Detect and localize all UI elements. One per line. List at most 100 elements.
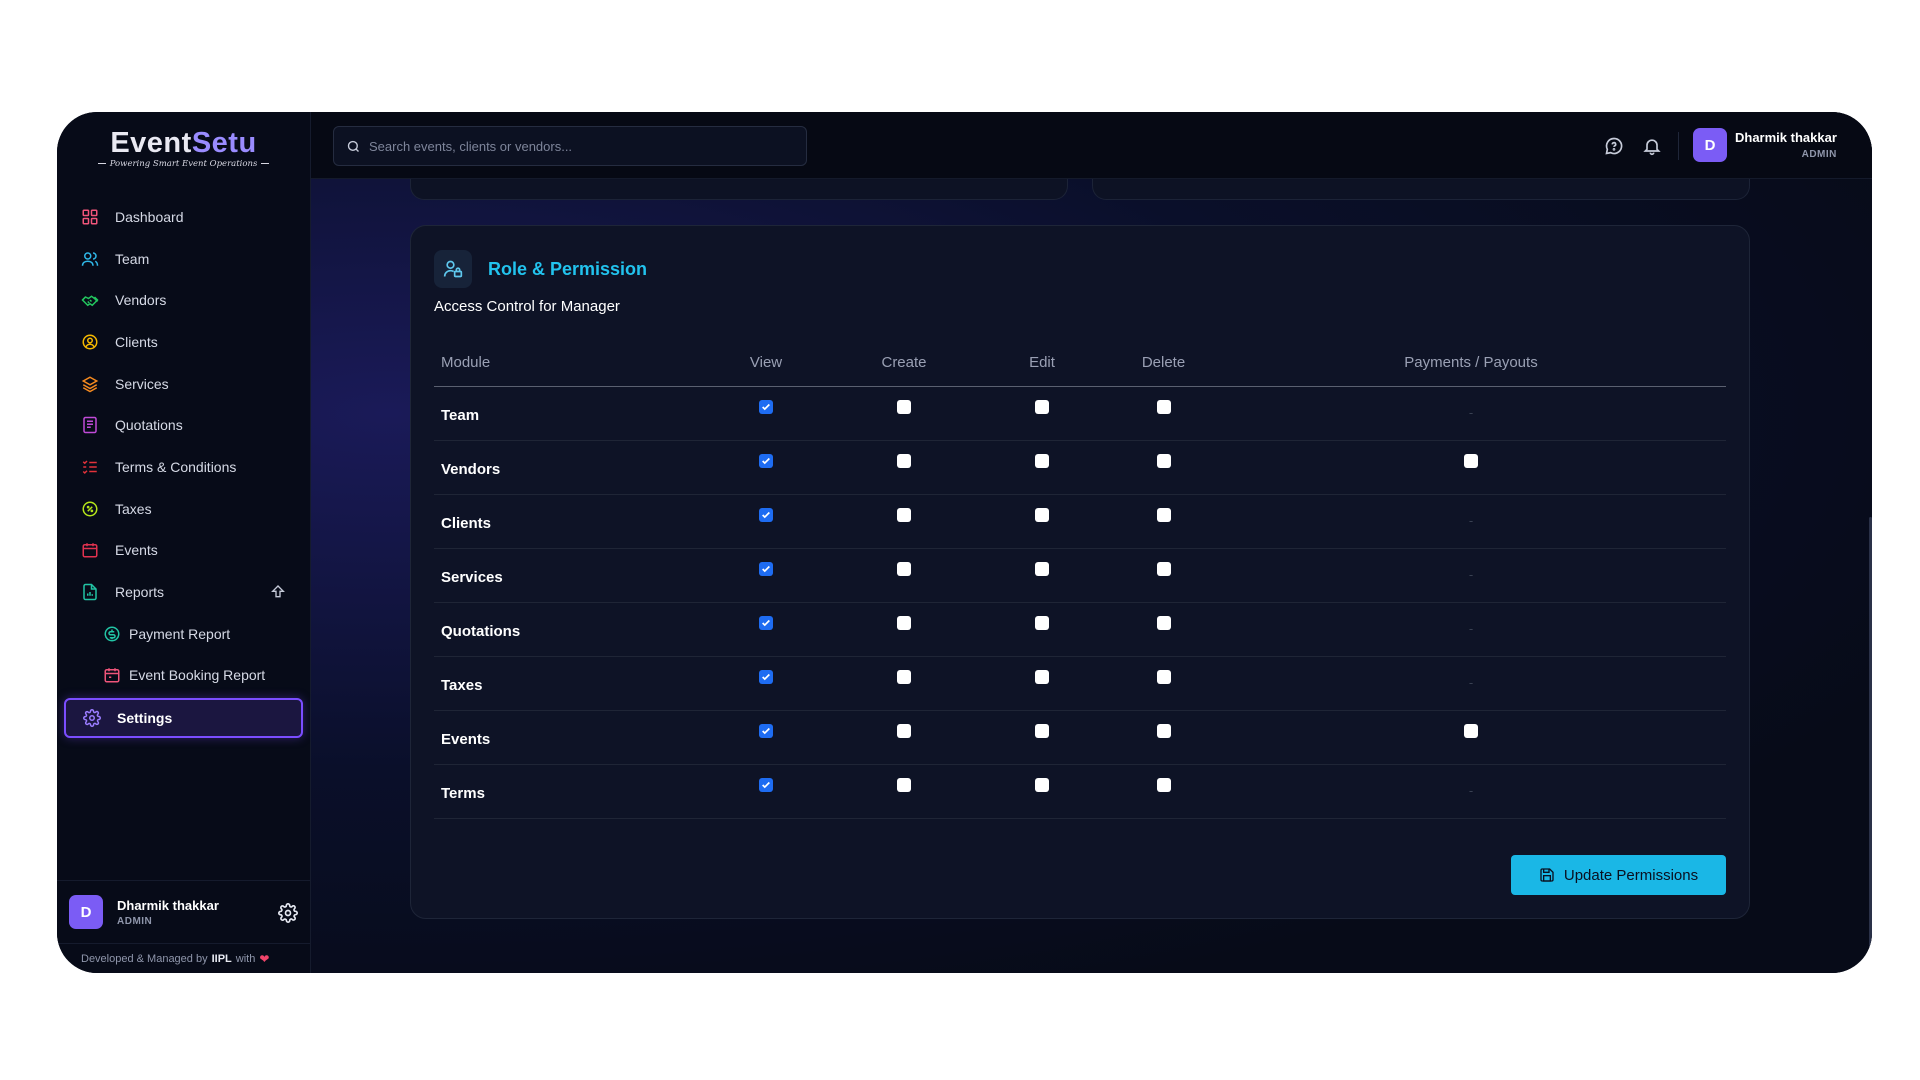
checkbox-view-services[interactable]	[759, 561, 773, 576]
checkbox-delete-services[interactable]	[1156, 561, 1171, 576]
calendar-icon	[81, 541, 99, 559]
not-applicable: -	[1468, 621, 1474, 636]
sidebar-item-taxes[interactable]: Taxes	[57, 488, 310, 530]
checkbox-delete-vendors[interactable]	[1156, 453, 1171, 468]
brand-name: EventSetu	[110, 126, 257, 159]
main-content: D Dharmik thakkar ADMIN Role & Permissio…	[311, 112, 1872, 973]
sidebar-item-vendors[interactable]: Vendors	[57, 279, 310, 321]
permissions-table: Module View Create Edit Delete Payments …	[434, 346, 1726, 819]
sidebar-item-settings[interactable]: Settings	[64, 698, 303, 739]
table-row: Taxes -	[434, 656, 1726, 711]
update-permissions-button[interactable]: Update Permissions	[1511, 855, 1726, 895]
search-box[interactable]	[333, 126, 807, 166]
checkbox-delete-terms[interactable]	[1156, 777, 1171, 792]
table-row: Services -	[434, 548, 1726, 603]
cell-edit	[973, 494, 1111, 549]
cell-edit	[973, 602, 1111, 657]
sidebar-item-reports[interactable]: Reports	[57, 571, 310, 613]
checkbox-edit-quotations[interactable]	[1035, 615, 1049, 630]
app-window: EventSetu Powering Smart Event Operation…	[57, 112, 1872, 973]
layers-icon	[81, 375, 99, 393]
permissions-table-body: Team - Vendors Clients - Services - Quotations -…	[434, 386, 1726, 819]
checkbox-view-team[interactable]	[759, 399, 773, 414]
help-chat-icon[interactable]	[1604, 136, 1624, 156]
cell-payments: -	[1216, 602, 1726, 657]
checkbox-edit-events[interactable]	[1035, 723, 1049, 738]
checkbox-delete-quotations[interactable]	[1156, 615, 1171, 630]
avatar: D	[1693, 128, 1727, 162]
module-name: Team	[434, 386, 697, 441]
checkbox-view-events[interactable]	[759, 723, 773, 738]
sidebar-item-event-booking-report[interactable]: Event Booking Report	[57, 655, 310, 697]
sidebar-user-profile[interactable]: D Dharmik thakkar ADMIN	[57, 880, 310, 943]
sidebar-item-team[interactable]: Team	[57, 238, 310, 280]
checkbox-delete-team[interactable]	[1156, 399, 1171, 414]
cell-create	[835, 386, 973, 441]
col-create: Create	[835, 346, 973, 387]
company-name: IIPL	[211, 952, 232, 965]
checkbox-create-quotations[interactable]	[897, 615, 911, 630]
cell-create	[835, 548, 973, 603]
sidebar-item-label: Payment Report	[129, 625, 231, 642]
sidebar-item-dashboard[interactable]: Dashboard	[57, 196, 310, 238]
scrollbar[interactable]	[1869, 517, 1872, 973]
cell-payments: -	[1216, 656, 1726, 711]
checkbox-create-taxes[interactable]	[897, 669, 911, 684]
col-edit: Edit	[973, 346, 1111, 387]
checkbox-view-quotations[interactable]	[759, 615, 773, 630]
bell-icon[interactable]	[1642, 136, 1662, 156]
col-delete: Delete	[1111, 346, 1216, 387]
table-header-row: Module View Create Edit Delete Payments …	[434, 346, 1726, 387]
user-name: Dharmik thakkar	[117, 897, 219, 913]
checkbox-edit-services[interactable]	[1035, 561, 1049, 576]
percent-badge-icon	[81, 500, 99, 518]
cell-payments: -	[1216, 386, 1726, 441]
checkbox-view-terms[interactable]	[759, 777, 773, 792]
checkbox-edit-team[interactable]	[1035, 399, 1049, 414]
checkbox-create-terms[interactable]	[897, 777, 911, 792]
checkbox-payments-vendors[interactable]	[1464, 453, 1478, 468]
sidebar-item-terms-conditions[interactable]: Terms & Conditions	[57, 446, 310, 488]
checkbox-edit-vendors[interactable]	[1035, 453, 1049, 468]
checkbox-create-vendors[interactable]	[897, 453, 911, 468]
sidebar-item-services[interactable]: Services	[57, 363, 310, 405]
module-name: Quotations	[434, 602, 697, 657]
sidebar-item-events[interactable]: Events	[57, 530, 310, 572]
checkbox-view-taxes[interactable]	[759, 669, 773, 684]
col-module: Module	[434, 346, 697, 387]
checkbox-create-team[interactable]	[897, 399, 911, 414]
users-icon	[81, 250, 99, 268]
brand-logo[interactable]: EventSetu Powering Smart Event Operation…	[57, 112, 310, 179]
checkbox-edit-clients[interactable]	[1035, 507, 1049, 522]
checkbox-delete-events[interactable]	[1156, 723, 1171, 738]
topbar-user-profile[interactable]: D Dharmik thakkar ADMIN	[1693, 128, 1837, 162]
checkbox-create-clients[interactable]	[897, 507, 911, 522]
table-row: Terms -	[434, 764, 1726, 819]
checkbox-delete-clients[interactable]	[1156, 507, 1171, 522]
heart-icon: ❤	[259, 951, 270, 966]
module-name: Events	[434, 710, 697, 765]
gear-icon[interactable]	[278, 903, 298, 923]
sidebar-item-label: Dashboard	[115, 208, 184, 225]
checkbox-delete-taxes[interactable]	[1156, 669, 1171, 684]
cell-payments: -	[1216, 764, 1726, 819]
checkbox-edit-terms[interactable]	[1035, 777, 1049, 792]
table-row: Team -	[434, 386, 1726, 441]
checkbox-view-vendors[interactable]	[759, 453, 773, 468]
not-applicable: -	[1468, 405, 1474, 420]
cell-view	[697, 710, 835, 765]
checkbox-edit-taxes[interactable]	[1035, 669, 1049, 684]
role-permission-card: Role & Permission Access Control for Man…	[410, 225, 1750, 919]
sidebar-item-payment-report[interactable]: Payment Report	[57, 613, 310, 655]
collapse-arrow-icon[interactable]	[270, 584, 286, 600]
table-row: Vendors	[434, 440, 1726, 495]
sidebar-item-clients[interactable]: Clients	[57, 321, 310, 363]
sidebar-item-quotations[interactable]: Quotations	[57, 404, 310, 446]
checkbox-view-clients[interactable]	[759, 507, 773, 522]
checkbox-create-events[interactable]	[897, 723, 911, 738]
checkbox-payments-events[interactable]	[1464, 723, 1478, 738]
cell-delete	[1111, 602, 1216, 657]
checkbox-create-services[interactable]	[897, 561, 911, 576]
cell-view	[697, 548, 835, 603]
search-input[interactable]	[369, 138, 789, 154]
